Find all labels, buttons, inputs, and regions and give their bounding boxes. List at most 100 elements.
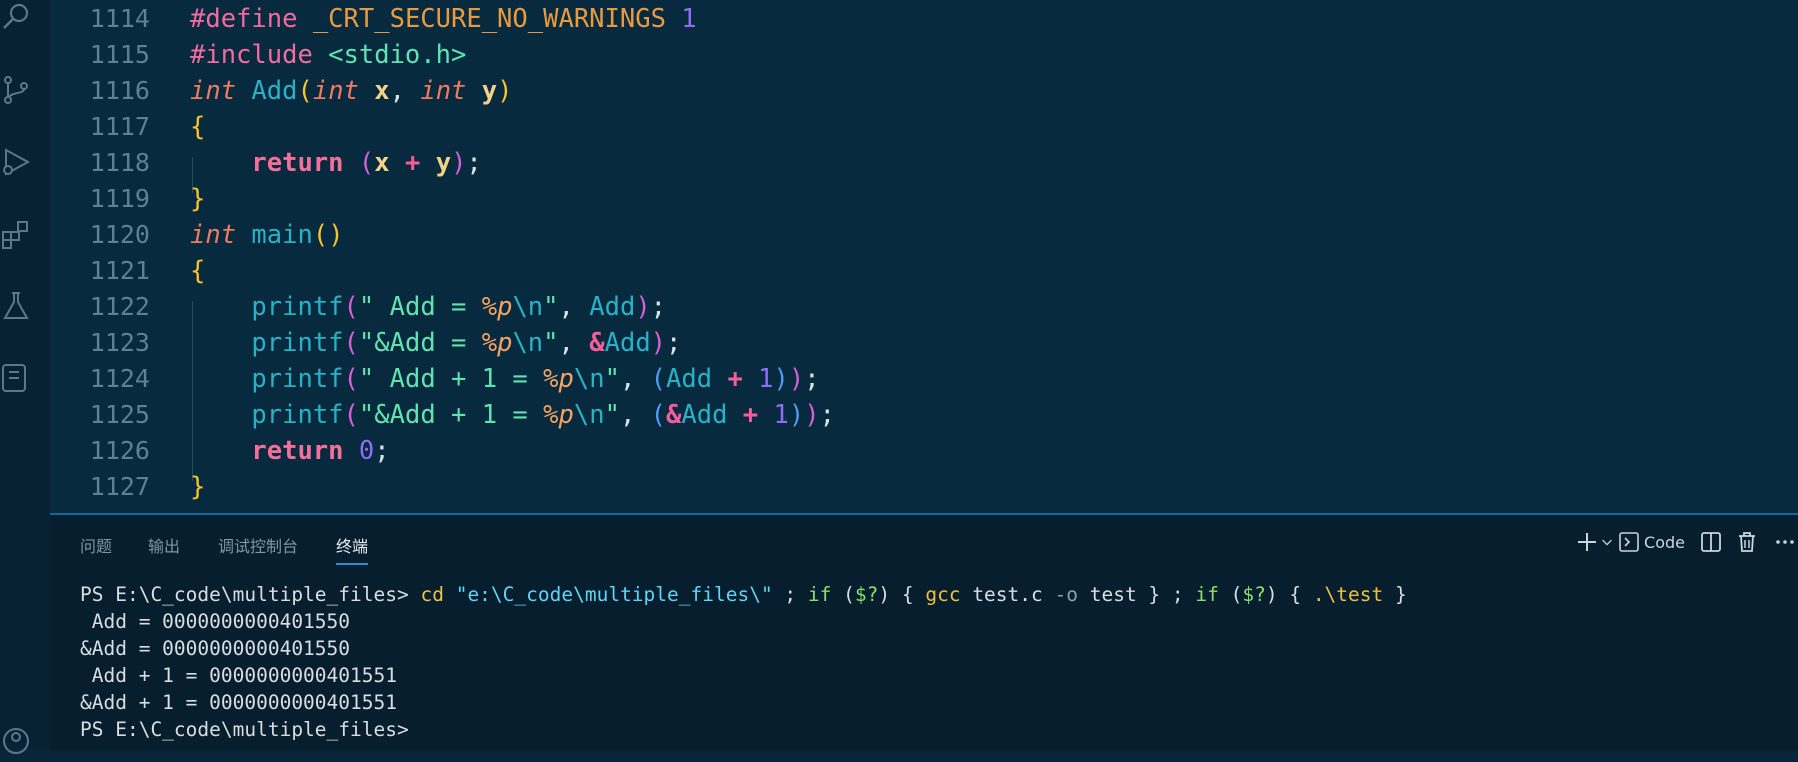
tab-problems[interactable]: 问题 <box>80 533 112 557</box>
code-token: <stdio.h> <box>328 40 467 70</box>
notebook-icon[interactable] <box>0 355 50 401</box>
code-token: int <box>190 220 237 250</box>
code-token: { <box>190 112 206 142</box>
code-line[interactable]: 1114 #define _CRT_SECURE_NO_WARNINGS 1 <box>50 1 1798 37</box>
line-source: int Add(int x, int y) <box>190 73 512 109</box>
code-token: ) <box>650 328 667 358</box>
terminal-segment: test.c <box>960 583 1055 606</box>
terminal-segment: "e:\C_code\multiple_files\" <box>455 583 773 606</box>
line-number: 1119 <box>89 184 150 213</box>
code-line[interactable]: 1124 printf(" Add + 1 = %p\n", (Add + 1)… <box>50 361 1798 397</box>
run-debug-icon[interactable] <box>0 139 50 185</box>
code-token: \n <box>512 328 544 358</box>
shell-label: Code <box>1644 532 1685 552</box>
code-token: ( <box>343 364 359 394</box>
code-line[interactable]: 1122 printf(" Add = %p\n", Add); <box>50 289 1798 325</box>
terminal-segment: ( <box>1218 583 1243 606</box>
terminal-segment: gcc <box>925 583 961 606</box>
code-line[interactable]: 1116 int Add(int x, int y) <box>50 73 1798 109</box>
code-line[interactable]: 1125 printf("&Add + 1 = %p\n", (&Add + 1… <box>50 397 1798 433</box>
code-token: 0 <box>358 436 375 466</box>
code-token: int <box>312 76 359 106</box>
code-token: Add <box>251 76 298 106</box>
code-line[interactable]: 1127} <box>50 469 1798 505</box>
code-token: ; <box>650 292 667 322</box>
ellipsis-icon[interactable] <box>1774 528 1796 556</box>
line-number: 1127 <box>89 472 150 501</box>
code-token: & <box>589 328 605 358</box>
code-line[interactable]: 1118 return (x + y); <box>50 145 1798 181</box>
code-token: \n <box>512 292 544 322</box>
line-source: { <box>190 109 205 145</box>
code-token: ; <box>666 328 682 358</box>
code-token: , <box>619 400 651 430</box>
terminal-shell-button[interactable]: Code <box>1618 528 1685 556</box>
line-number: 1114 <box>89 4 150 33</box>
panel-tabs: 问题 输出 调试控制台 终端 <box>50 515 1798 567</box>
line-number: 1117 <box>89 112 150 141</box>
code-token: ( <box>650 400 667 430</box>
code-line[interactable]: 1123 printf("&Add = %p\n", &Add); <box>50 325 1798 361</box>
code-line[interactable]: 1115 #include <stdio.h> <box>50 37 1798 73</box>
code-token: ) <box>788 400 805 430</box>
code-token: ; <box>819 400 835 430</box>
terminal-segment: $? <box>854 583 879 606</box>
search-icon[interactable] <box>0 0 50 40</box>
source-control-icon[interactable] <box>0 67 50 113</box>
code-token: ) <box>451 148 467 178</box>
extensions-icon[interactable] <box>0 211 50 257</box>
line-number: 1125 <box>89 400 150 429</box>
code-token: #include <box>190 40 329 70</box>
code-token: \n <box>573 400 605 430</box>
line-number: 1121 <box>89 256 150 285</box>
line-number: 1122 <box>89 292 150 321</box>
terminal-segment: test } ; <box>1077 583 1196 606</box>
testing-icon[interactable] <box>0 283 50 329</box>
code-token: %p <box>543 364 574 394</box>
code-token: { <box>190 256 206 286</box>
terminal-segment: } <box>1383 583 1407 606</box>
code-line[interactable]: 1117 { <box>50 109 1798 145</box>
code-token: , <box>619 364 651 394</box>
chevron-down-icon[interactable] <box>1600 528 1614 556</box>
line-number: 1120 <box>89 220 150 249</box>
code-token: } <box>190 184 206 214</box>
code-editor[interactable]: 1114 #define _CRT_SECURE_NO_WARNINGS 1 111… <box>50 0 1798 513</box>
code-token: ; <box>374 436 390 466</box>
terminal-line: Add + 1 = 0000000000401551 <box>80 662 1780 689</box>
line-number: 1116 <box>89 76 150 105</box>
tab-output[interactable]: 输出 <box>148 533 180 557</box>
terminal-segment: if <box>807 583 832 606</box>
code-line[interactable]: 1119} <box>50 181 1798 217</box>
code-token: #define <box>190 4 313 34</box>
code-line[interactable]: 1120 int main() <box>50 217 1798 253</box>
tab-terminal[interactable]: 终端 <box>336 533 369 565</box>
terminal-line: PS E:\C_code\multiple_files> cd "e:\C_co… <box>80 581 1780 608</box>
plus-icon[interactable] <box>1576 528 1598 556</box>
code-token: printf <box>251 364 344 394</box>
code-line[interactable]: 1126 return 0; <box>50 433 1798 469</box>
code-token: ( <box>650 364 667 394</box>
code-line[interactable]: 1121 { <box>50 253 1798 289</box>
account-icon[interactable] <box>0 716 50 762</box>
terminal-segment: &Add + 1 = 0000000000401551 <box>80 691 397 714</box>
tab-debug-console[interactable]: 调试控制台 <box>218 533 298 557</box>
trash-icon[interactable] <box>1736 528 1758 556</box>
line-source: } <box>190 469 205 505</box>
code-token: ( <box>343 400 359 430</box>
code-token: 1 <box>681 4 697 34</box>
code-token: printf <box>251 400 344 430</box>
code-token: return <box>251 148 344 178</box>
code-token: Add <box>589 292 636 322</box>
code-token: %p <box>481 292 513 322</box>
code-token: \n <box>573 364 605 394</box>
terminal-output[interactable]: PS E:\C_code\multiple_files> cd "e:\C_co… <box>80 581 1780 743</box>
code-token: printf <box>251 328 344 358</box>
split-icon[interactable] <box>1700 528 1722 556</box>
